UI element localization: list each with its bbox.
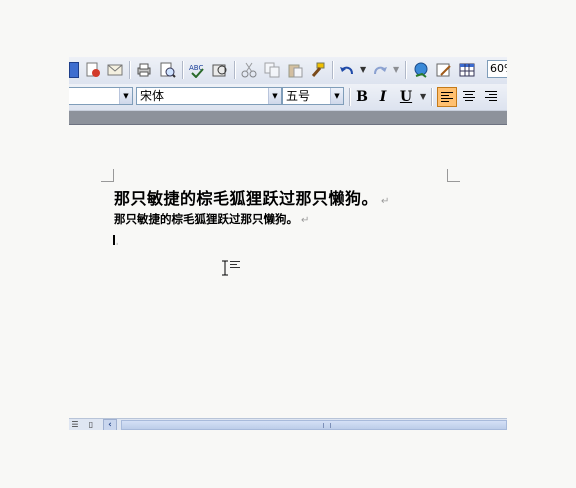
- line-1-text: 那只敏捷的棕毛狐狸跃过那只懒狗。: [114, 189, 379, 208]
- ruler-bar: [69, 111, 507, 125]
- scroll-thumb[interactable]: [121, 420, 507, 430]
- align-right-icon: [485, 91, 497, 103]
- click-and-type-align-icon: [230, 261, 240, 270]
- font-name-dropdown-icon[interactable]: ▼: [268, 88, 281, 104]
- zoom-box[interactable]: 60%: [487, 60, 507, 78]
- horizontal-scrollbar[interactable]: ☰ ▯ ‹: [69, 418, 507, 430]
- line-2-text: 那只敏捷的棕毛狐狸跃过那只懒狗。: [114, 212, 298, 226]
- style-dropdown-icon[interactable]: ▼: [119, 88, 132, 104]
- style-combo[interactable]: ▼: [69, 87, 133, 105]
- format-painter-icon[interactable]: [310, 62, 326, 78]
- scroll-left-button[interactable]: ‹: [103, 419, 117, 430]
- font-name-value: 宋体: [140, 89, 165, 103]
- toolbar-separator: [405, 61, 407, 79]
- toolbar-separator: [234, 61, 236, 79]
- page-corner-top-left: [101, 169, 114, 182]
- underline-dropdown-icon[interactable]: ▼: [420, 92, 426, 101]
- font-size-dropdown-icon[interactable]: ▼: [330, 88, 343, 104]
- toolbar-separator: [332, 61, 334, 79]
- research-icon[interactable]: [212, 62, 228, 78]
- undo-icon[interactable]: [339, 62, 355, 78]
- scroll-grip-icon: [323, 423, 331, 428]
- align-center-button[interactable]: [460, 87, 480, 107]
- toolbar-separator: [129, 61, 131, 79]
- word-window: ABC ▼ ▼ 60 ▼ 宋体 ▼ 五号 ▼ B I U ▼ 那只敏捷的棕毛狐狸…: [69, 57, 507, 430]
- print-icon[interactable]: [136, 62, 152, 78]
- paste-icon[interactable]: [287, 62, 303, 78]
- align-left-icon: [441, 92, 453, 104]
- permission-icon[interactable]: [85, 62, 101, 78]
- font-size-combo[interactable]: 五号 ▼: [282, 87, 344, 105]
- tables-borders-icon[interactable]: [436, 62, 452, 78]
- document-line-2[interactable]: 那只敏捷的棕毛狐狸跃过那只懒狗。 ↵: [114, 211, 309, 227]
- underline-button[interactable]: U: [396, 87, 416, 107]
- redo-dropdown-icon[interactable]: ▼: [393, 65, 399, 74]
- font-size-value: 五号: [286, 89, 311, 103]
- paragraph-mark: ↵: [381, 196, 390, 207]
- empty-paragraph-mark: ˌ: [116, 237, 119, 246]
- paragraph-mark: ↵: [301, 215, 310, 226]
- standard-toolbar: ABC ▼ ▼ 60: [69, 57, 507, 85]
- toolbar-separator: [431, 88, 433, 106]
- text-cursor: [113, 235, 115, 245]
- formatting-toolbar: ▼ 宋体 ▼ 五号 ▼ B I U ▼: [69, 84, 507, 111]
- toolbar-separator: [182, 61, 184, 79]
- document-line-1[interactable]: 那只敏捷的棕毛狐狸跃过那只懒狗。 ↵: [114, 185, 390, 209]
- print-preview-icon[interactable]: [160, 62, 176, 78]
- spelling-check-icon[interactable]: ABC: [189, 62, 205, 79]
- italic-button[interactable]: I: [373, 87, 393, 107]
- font-name-combo[interactable]: 宋体 ▼: [136, 87, 282, 105]
- ibeam-cursor-icon: [222, 260, 228, 276]
- undo-dropdown-icon[interactable]: ▼: [360, 65, 366, 74]
- email-icon[interactable]: [107, 62, 123, 78]
- toolbar-separator: [349, 88, 351, 106]
- normal-view-icon[interactable]: ☰: [69, 420, 81, 430]
- insert-table-icon[interactable]: [459, 62, 475, 78]
- align-right-button[interactable]: [482, 87, 502, 107]
- page-corner-top-right: [447, 169, 460, 182]
- redo-icon[interactable]: [372, 62, 388, 78]
- cut-icon[interactable]: [241, 62, 257, 78]
- bold-button[interactable]: B: [352, 87, 372, 107]
- hyperlink-icon[interactable]: [413, 62, 429, 78]
- reading-layout-icon[interactable]: ▯: [85, 420, 97, 430]
- align-center-icon: [463, 91, 475, 103]
- align-left-button[interactable]: [437, 87, 457, 107]
- save-icon[interactable]: [69, 62, 79, 78]
- copy-icon[interactable]: [264, 62, 280, 78]
- document-page[interactable]: 那只敏捷的棕毛狐狸跃过那只懒狗。 ↵ 那只敏捷的棕毛狐狸跃过那只懒狗。 ↵ ˌ: [69, 125, 507, 418]
